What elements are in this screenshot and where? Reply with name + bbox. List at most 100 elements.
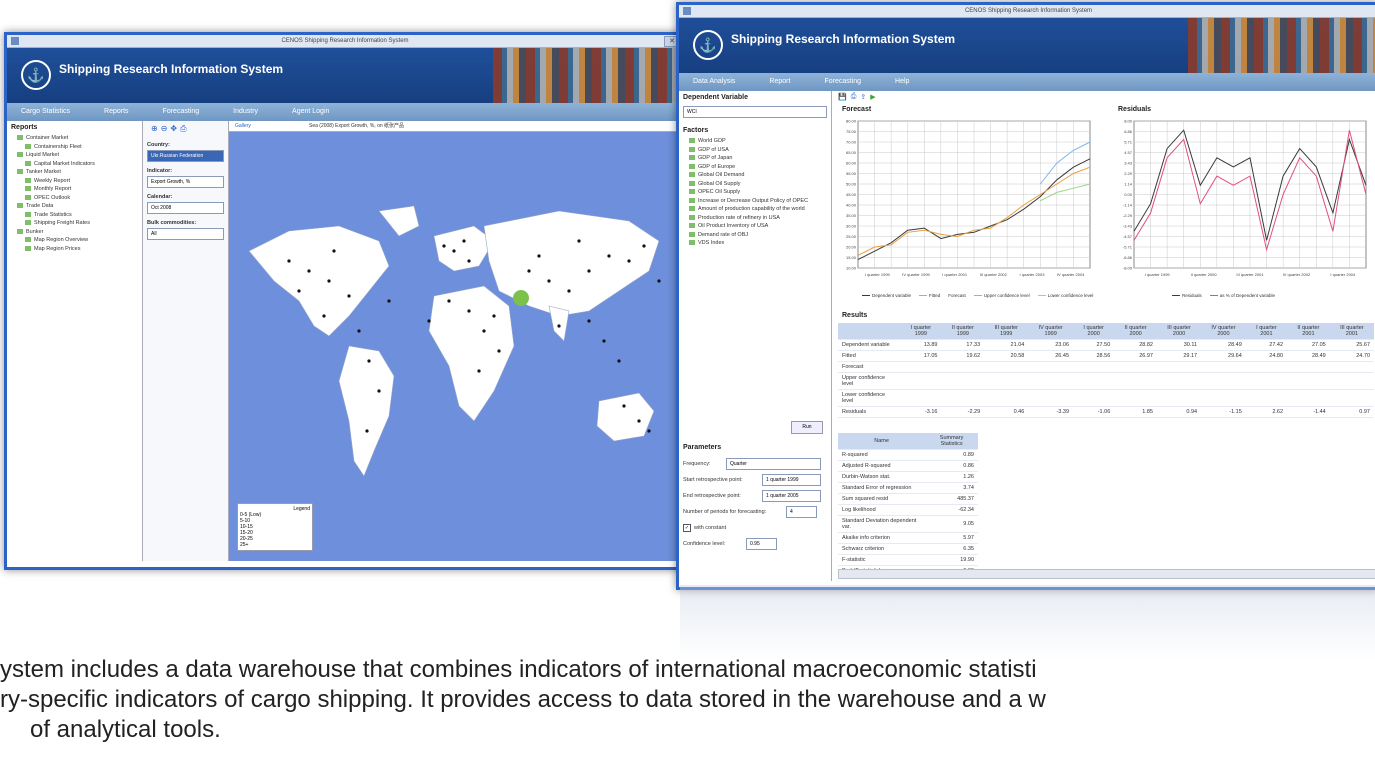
left-menu-item[interactable]: Cargo Statistics <box>21 103 70 121</box>
tree-item[interactable]: OPEC Outlook <box>7 194 142 203</box>
tree-item[interactable]: Map Region Overview <box>7 236 142 245</box>
tree-item[interactable]: Trade Statistics <box>7 211 142 220</box>
port-marker[interactable] <box>287 259 291 263</box>
port-marker[interactable] <box>647 429 651 433</box>
port-marker[interactable] <box>427 319 431 323</box>
highlighted-country-marker[interactable] <box>513 290 529 306</box>
port-marker[interactable] <box>377 389 381 393</box>
port-marker[interactable] <box>497 349 501 353</box>
run-button[interactable]: Run <box>791 421 823 434</box>
end-point-select[interactable]: 1 quarter 2005 <box>762 490 821 502</box>
port-marker[interactable] <box>527 269 531 273</box>
port-marker[interactable] <box>467 259 471 263</box>
factor-item[interactable]: Global Oil Demand <box>679 171 831 180</box>
port-marker[interactable] <box>365 429 369 433</box>
factor-item[interactable]: Demand rate of OBJ <box>679 231 831 240</box>
tree-item[interactable]: Containership Fleet <box>7 143 142 152</box>
port-marker[interactable] <box>537 254 541 258</box>
confidence-stepper[interactable]: 0.95 <box>746 538 777 550</box>
port-marker[interactable] <box>492 314 496 318</box>
port-marker[interactable] <box>297 289 301 293</box>
horizontal-scrollbar[interactable] <box>838 569 1375 579</box>
left-menu-item[interactable]: Forecasting <box>163 103 200 121</box>
constant-checkbox[interactable]: ✓ <box>683 524 691 532</box>
port-marker[interactable] <box>387 299 391 303</box>
port-marker[interactable] <box>657 279 661 283</box>
zoom-out-icon[interactable]: ⊖ <box>161 124 168 138</box>
port-marker[interactable] <box>587 319 591 323</box>
tree-item[interactable]: Trade Data <box>7 202 142 211</box>
bulk-select[interactable]: All <box>147 228 224 240</box>
port-marker[interactable] <box>332 249 336 253</box>
left-menu-item[interactable]: Industry <box>233 103 258 121</box>
right-menu-item[interactable]: Forecasting <box>824 73 861 91</box>
port-marker[interactable] <box>447 299 451 303</box>
dependent-variable-select[interactable]: WCI <box>683 106 827 118</box>
pan-icon[interactable]: ✥ <box>170 124 177 138</box>
port-marker[interactable] <box>307 269 311 273</box>
tree-item[interactable]: Container Market <box>7 134 142 143</box>
port-marker[interactable] <box>622 404 626 408</box>
tree-item[interactable]: Liquid Market <box>7 151 142 160</box>
left-menu-item[interactable]: Reports <box>104 103 129 121</box>
tree-item[interactable]: Bunker <box>7 228 142 237</box>
filter-panel: ⊕ ⊖ ✥ ⎙ Country: Ukr.Russian Federation … <box>143 121 229 561</box>
tree-item[interactable]: Shipping Freight Rates <box>7 219 142 228</box>
port-marker[interactable] <box>357 329 361 333</box>
factor-item[interactable]: Oil Product Inventory of USA <box>679 222 831 231</box>
calendar-select[interactable]: Oct 2008 <box>147 202 224 214</box>
factor-item[interactable]: Increase or Decrease Output Policy of OP… <box>679 197 831 206</box>
factor-item[interactable]: OPEC Oil Supply <box>679 188 831 197</box>
tree-item[interactable]: Tanker Market <box>7 168 142 177</box>
port-marker[interactable] <box>467 309 471 313</box>
right-menu-item[interactable]: Data Analysis <box>693 73 735 91</box>
factor-item[interactable]: World GDP <box>679 137 831 146</box>
port-marker[interactable] <box>462 239 466 243</box>
factor-item[interactable]: GDP of Japan <box>679 154 831 163</box>
results-cell: 28.49 <box>1201 339 1246 351</box>
port-marker[interactable] <box>452 249 456 253</box>
factor-item[interactable]: Amount of production capability of the w… <box>679 205 831 214</box>
port-marker[interactable] <box>637 419 641 423</box>
factor-item[interactable]: Global Oil Supply <box>679 180 831 189</box>
port-marker[interactable] <box>617 359 621 363</box>
factor-item[interactable]: GDP of Europe <box>679 163 831 172</box>
right-menu-item[interactable]: Help <box>895 73 909 91</box>
periods-label: Number of periods for forecasting: <box>683 509 767 515</box>
start-point-select[interactable]: 1 quarter 1999 <box>762 474 821 486</box>
port-marker[interactable] <box>642 244 646 248</box>
port-marker[interactable] <box>577 239 581 243</box>
factor-item[interactable]: VDS Index <box>679 239 831 248</box>
port-marker[interactable] <box>477 369 481 373</box>
port-marker[interactable] <box>567 289 571 293</box>
port-marker[interactable] <box>322 314 326 318</box>
port-marker[interactable] <box>547 279 551 283</box>
tree-item[interactable]: Capital Market Indicators <box>7 160 142 169</box>
dependent-variable-label: Dependent Variable <box>683 94 748 101</box>
port-marker[interactable] <box>347 294 351 298</box>
country-select[interactable]: Ukr.Russian Federation <box>147 150 224 162</box>
tree-item[interactable]: Map Region Prices <box>7 245 142 254</box>
port-marker[interactable] <box>367 359 371 363</box>
tree-item[interactable]: Weekly Report <box>7 177 142 186</box>
port-marker[interactable] <box>442 244 446 248</box>
print-icon[interactable]: ⎙ <box>180 124 186 138</box>
world-map[interactable] <box>229 131 679 561</box>
right-menu-item[interactable]: Report <box>769 73 790 91</box>
port-marker[interactable] <box>602 339 606 343</box>
port-marker[interactable] <box>557 324 561 328</box>
factor-item[interactable]: GDP of USA <box>679 146 831 155</box>
factor-item[interactable]: Production rate of refinery in USA <box>679 214 831 223</box>
port-marker[interactable] <box>482 329 486 333</box>
tree-item[interactable]: Monthly Report <box>7 185 142 194</box>
frequency-select[interactable]: Quarter <box>726 458 821 470</box>
periods-stepper[interactable]: 4 <box>786 506 817 518</box>
left-menu-item[interactable]: Agent Login <box>292 103 329 121</box>
port-marker[interactable] <box>607 254 611 258</box>
zoom-in-icon[interactable]: ⊕ <box>151 124 158 138</box>
port-marker[interactable] <box>327 279 331 283</box>
port-marker[interactable] <box>627 259 631 263</box>
indicator-select[interactable]: Export Growth, % <box>147 176 224 188</box>
map-tab[interactable]: Gallery <box>235 121 251 131</box>
port-marker[interactable] <box>587 269 591 273</box>
